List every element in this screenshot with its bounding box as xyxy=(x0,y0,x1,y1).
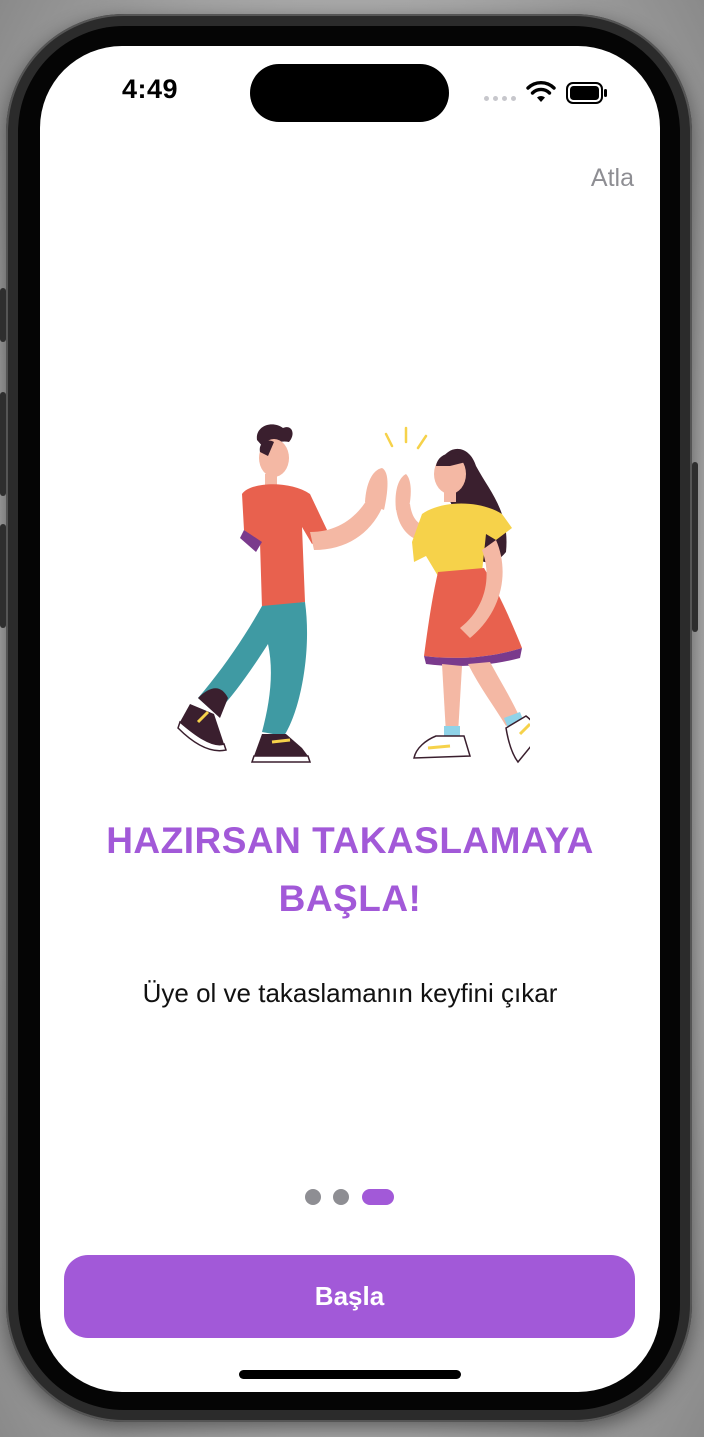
sparkle-lines xyxy=(384,426,428,450)
start-button[interactable]: Başla xyxy=(64,1255,635,1338)
page-indicator xyxy=(305,1188,405,1206)
screen: 4:49 Atla HAZIRSAN TAKASLAMAYA BAŞLA! Üy… xyxy=(40,46,660,1392)
silent-switch xyxy=(0,288,6,342)
volume-down-button xyxy=(0,524,6,628)
page-dot-3-active xyxy=(362,1189,394,1205)
volume-up-button xyxy=(0,392,6,496)
home-indicator xyxy=(239,1370,461,1379)
skip-button[interactable]: Atla xyxy=(554,164,634,193)
onboarding-title: HAZIRSAN TAKASLAMAYA BAŞLA! xyxy=(106,820,594,919)
onboarding-subtitle: Üye ol ve takaslamanın keyfini çıkar xyxy=(142,978,558,1008)
status-icons xyxy=(482,78,612,108)
status-time: 4:49 xyxy=(122,74,179,104)
page-dot-2 xyxy=(333,1189,349,1205)
woman-figure xyxy=(395,448,530,764)
battery-icon xyxy=(566,82,607,104)
cellular-signal-icon xyxy=(484,96,518,102)
page-dot-1 xyxy=(305,1189,321,1205)
high-five-illustration xyxy=(177,424,530,764)
dynamic-island xyxy=(250,64,449,122)
power-button xyxy=(692,462,698,632)
wifi-icon xyxy=(526,81,556,102)
man-figure xyxy=(177,424,388,763)
